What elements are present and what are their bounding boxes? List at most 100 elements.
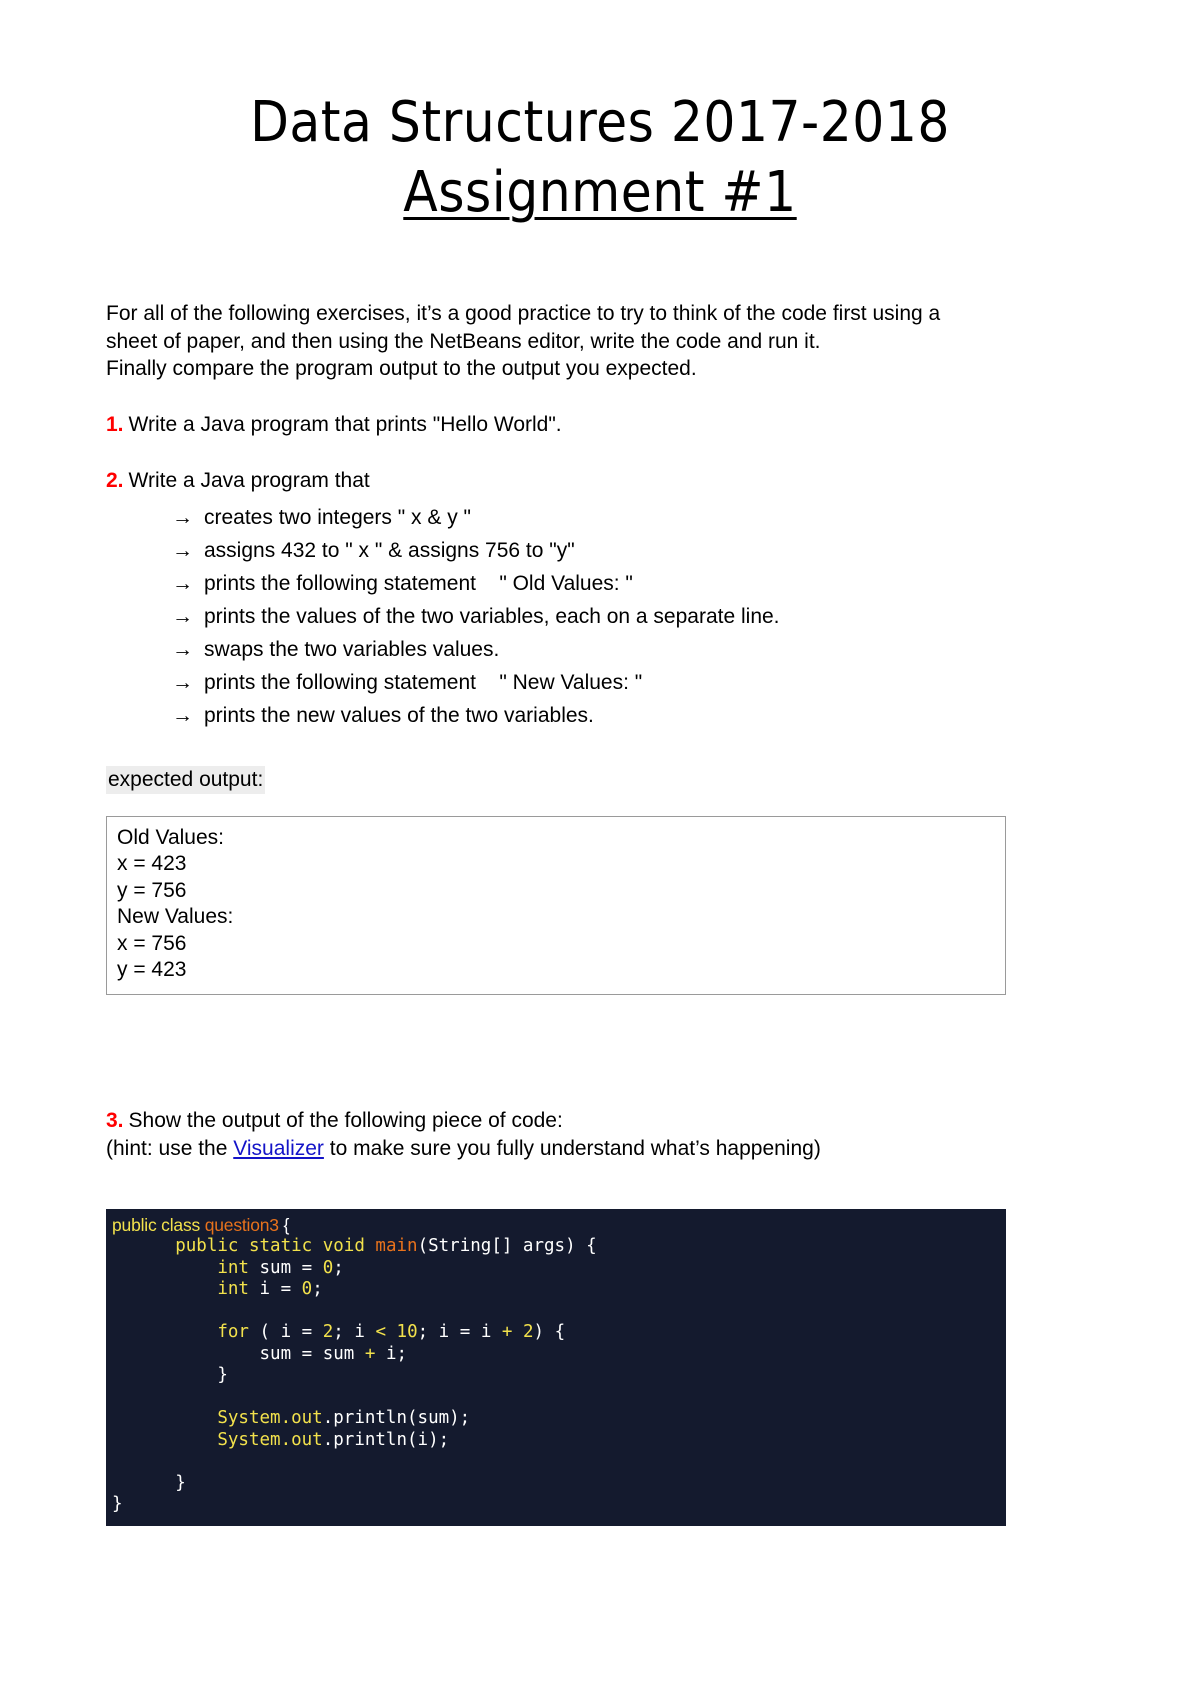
list-item-label: prints the new values of the two variabl…	[204, 703, 594, 727]
question-2-text: Write a Java program that	[128, 468, 370, 492]
code-token-plain: ) {	[533, 1322, 566, 1342]
code-token-plain: ;	[333, 1257, 344, 1278]
output-line: New Values:	[117, 905, 234, 928]
code-token-plain: ; i = i	[417, 1322, 502, 1342]
list-item-label: assigns 432 to " x " & assigns 756 to "y…	[204, 538, 575, 562]
question-2: 2. Write a Java program that	[106, 467, 1100, 495]
code-line: }	[106, 1494, 1006, 1516]
code-token-plain: i =	[248, 1279, 302, 1299]
list-item-label: prints the following statement " Old Val…	[204, 571, 633, 595]
code-token-class: question3	[204, 1214, 279, 1235]
code-token-plain: .println(sum);	[322, 1408, 471, 1428]
code-line: int sum = 0;	[106, 1258, 1006, 1280]
output-line: y = 756	[117, 878, 187, 902]
code-token-plain: ;	[312, 1279, 323, 1299]
arrow-icon: →	[172, 571, 193, 595]
document-page: Data Structures 2017-2018 Assignment #1 …	[0, 0, 1200, 1698]
arrow-icon: →	[172, 604, 193, 628]
expected-output-label-wrap: expected output:	[106, 732, 1100, 794]
code-token-number: 0	[322, 1257, 334, 1278]
code-token-number: 0	[301, 1279, 313, 1299]
intro-line-1: For all of the following exercises, it’s…	[106, 302, 941, 325]
list-item: → assigns 432 to " x " & assigns 756 to "…	[172, 534, 1100, 567]
title-line-1: Data Structures 2017-2018	[250, 90, 950, 155]
output-line: Old Values:	[117, 825, 224, 849]
visualizer-link[interactable]: Visualizer	[233, 1137, 324, 1160]
code-line: public class question3 {	[106, 1215, 1006, 1237]
code-line: sum = sum + i;	[106, 1344, 1006, 1366]
code-token-plain: (String[] args) {	[417, 1236, 597, 1256]
question-3: 3. Show the output of the following piece…	[106, 1107, 1100, 1135]
code-token-keyword: System.out	[217, 1429, 323, 1450]
output-line: y = 423	[117, 958, 187, 981]
code-line: for ( i = 2; i < 10; i = i + 2) {	[106, 1322, 1006, 1344]
code-token-plain: sum =	[248, 1257, 323, 1278]
question-2-number: 2.	[106, 468, 124, 492]
title-line-2: Assignment #1	[403, 160, 797, 225]
code-token-keyword: public static void	[175, 1236, 376, 1256]
list-item-label: creates two integers " x & y "	[204, 505, 472, 529]
list-item: → prints the new values of the two variab…	[172, 699, 1100, 732]
list-item-label: prints the values of the two variables, …	[204, 604, 780, 628]
code-token-plain: ( i =	[248, 1322, 323, 1342]
list-item: → swaps the two variables values.	[172, 633, 1100, 666]
arrow-icon: →	[172, 703, 193, 727]
code-line: }	[106, 1473, 1006, 1495]
intro-line-3: Finally compare the program output to th…	[106, 357, 697, 380]
code-token-keyword: int	[217, 1279, 249, 1299]
code-token-operator: +	[364, 1343, 376, 1364]
code-token-plain: {	[278, 1214, 290, 1235]
hint-text-before: (hint: use the	[106, 1136, 234, 1160]
code-token-plain: .println(i);	[322, 1429, 450, 1450]
code-line: System.out.println(sum);	[106, 1408, 1006, 1430]
question-1: 1. Write a Java program that prints "Hell…	[106, 411, 1100, 439]
question-3-text: Show the output of the following piece o…	[128, 1108, 563, 1132]
code-token-method: main	[375, 1236, 418, 1256]
code-token-number: 2	[523, 1322, 534, 1342]
code-token-operator: +	[501, 1322, 513, 1342]
code-line: public static void main(String[] args) {	[106, 1236, 1006, 1258]
code-token-operator: <	[375, 1322, 386, 1342]
output-line: x = 423	[117, 852, 187, 875]
intro-paragraph: For all of the following exercises, it’s…	[106, 300, 1100, 383]
list-item: → prints the following statement " New Va…	[172, 666, 1100, 699]
expected-output-label: expected output:	[106, 765, 266, 794]
arrow-icon: →	[172, 505, 193, 529]
question-1-number: 1.	[106, 412, 124, 436]
code-token-number: 10	[396, 1322, 418, 1342]
list-item: → prints the following statement " Old Va…	[172, 567, 1100, 600]
intro-line-2: sheet of paper, and then using the NetBe…	[106, 329, 821, 353]
output-line: x = 756	[117, 931, 187, 955]
code-token-keyword: int	[217, 1257, 249, 1278]
list-item: → creates two integers " x & y "	[172, 501, 1100, 534]
question-3-hint: (hint: use the Visualizer to make sure y…	[106, 1135, 1100, 1163]
document-title-block: Data Structures 2017-2018 Assignment #1	[0, 0, 1200, 228]
code-token-plain: }	[112, 1494, 123, 1514]
code-token-plain: }	[217, 1365, 228, 1385]
question-3-number: 3.	[106, 1108, 124, 1132]
question-1-text: Write a Java program that prints "Hello …	[128, 412, 562, 436]
document-content: For all of the following exercises, it’s…	[0, 300, 1200, 1526]
code-line: int i = 0;	[106, 1279, 1006, 1301]
list-item-label: prints the following statement " New Val…	[204, 670, 643, 694]
code-token-plain: }	[175, 1472, 186, 1493]
code-line: }	[106, 1365, 1006, 1387]
code-token-keyword: public class	[112, 1214, 205, 1235]
code-token-keyword: System.out	[217, 1408, 323, 1428]
code-block: public class question3 { public static v…	[106, 1208, 1006, 1526]
code-token-plain: i;	[375, 1343, 408, 1364]
code-token-keyword: for	[217, 1322, 249, 1342]
code-line: System.out.println(i);	[106, 1430, 1006, 1452]
expected-output-box: Old Values: x = 423 y = 756 New Values: …	[106, 815, 1006, 995]
hint-text-after: to make sure you fully understand what’s…	[323, 1136, 821, 1160]
list-item: → prints the values of the two variables,…	[172, 600, 1100, 633]
code-token-plain: sum = sum	[259, 1343, 365, 1364]
arrow-icon: →	[172, 538, 193, 562]
arrow-icon: →	[172, 637, 193, 661]
list-item-label: swaps the two variables values.	[204, 637, 500, 661]
